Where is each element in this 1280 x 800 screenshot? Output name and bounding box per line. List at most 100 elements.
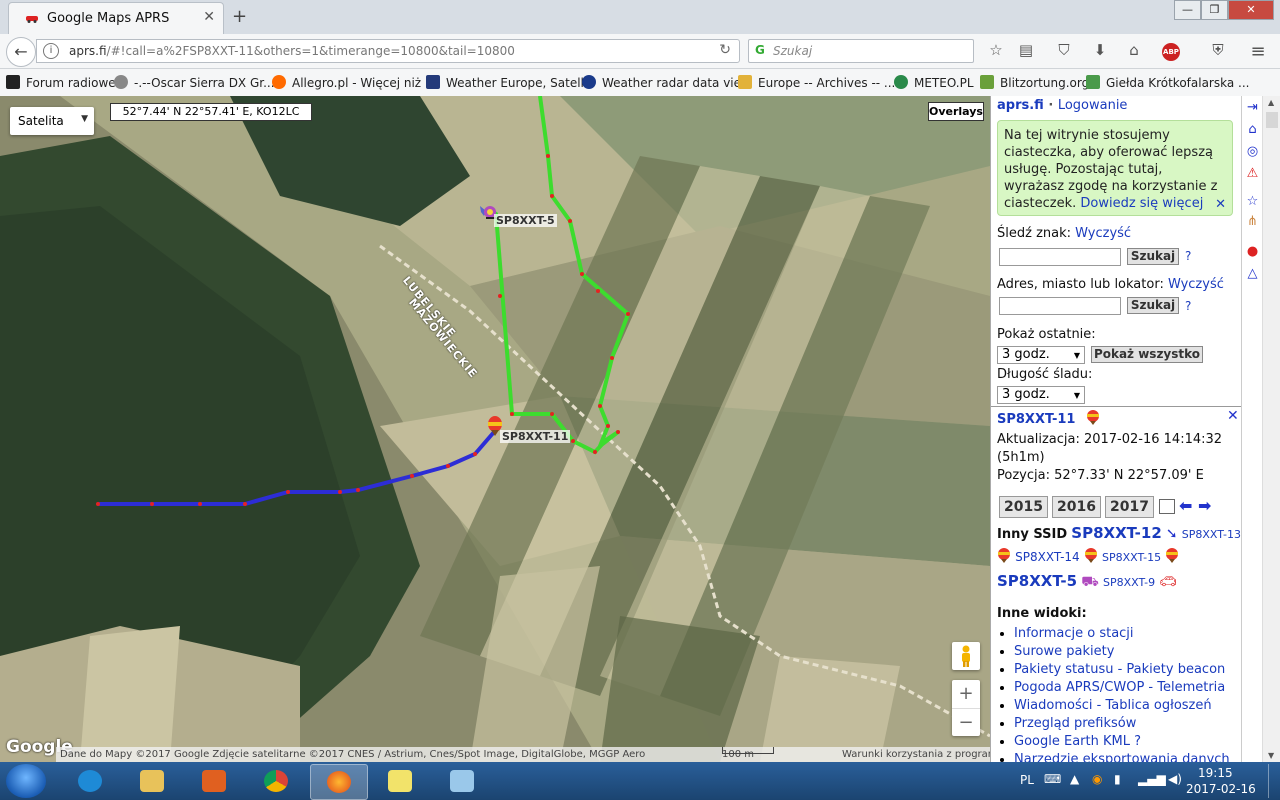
zoom-in-button[interactable]: +	[952, 680, 980, 708]
close-icon[interactable]: ✕	[1215, 196, 1226, 213]
internet-explorer-icon[interactable]	[62, 764, 118, 798]
bookmark-item[interactable]: Forum radiowe	[6, 75, 116, 90]
close-tab-icon[interactable]: ✕	[203, 9, 215, 25]
address-input[interactable]	[999, 297, 1121, 315]
collapse-panel-icon[interactable]: ⇥	[1245, 100, 1260, 115]
ssid-link[interactable]: SP8XXT-13	[1182, 528, 1241, 541]
antenna-icon[interactable]: ⚠	[1245, 166, 1260, 181]
chrome-icon[interactable]	[248, 764, 304, 798]
zoom-out-button[interactable]: −	[952, 708, 980, 737]
terms-link[interactable]: Warunki korzystania z programu	[842, 747, 1004, 762]
restore-window-button[interactable]: ❐	[1201, 0, 1228, 20]
ssid-link[interactable]: SP8XXT-9	[1103, 576, 1155, 589]
keyboard-icon[interactable]: ⌨	[1044, 772, 1061, 786]
map-view[interactable]: SP8XXT-5 SP8XXT-11 LUBELSKIE MAZOWIECKIE	[0, 96, 990, 762]
view-link[interactable]: Pakiety statusu - Pakiety beacon	[1014, 662, 1225, 677]
year-button[interactable]: 2015	[999, 496, 1048, 518]
site-link[interactable]: aprs.fi	[997, 98, 1044, 113]
start-button[interactable]	[6, 764, 46, 798]
view-link[interactable]: Informacje o stacji	[1014, 626, 1134, 641]
arrow-right-icon[interactable]: ➡	[1198, 496, 1211, 515]
browser-tab[interactable]: Google Maps APRS ✕	[8, 2, 224, 35]
adblock-icon[interactable]: ABP	[1162, 43, 1180, 61]
shield-icon[interactable]: ⛨	[1206, 41, 1230, 59]
login-link[interactable]: Logowanie	[1058, 98, 1128, 113]
ssid-link[interactable]: SP8XXT-12	[1071, 524, 1162, 542]
pocket-icon[interactable]: ⛉	[1052, 41, 1076, 59]
bookmark-item[interactable]: Weather Europe, Satell...	[426, 75, 595, 90]
compass-icon[interactable]: ◎	[1245, 144, 1260, 159]
scroll-up-icon[interactable]: ▲	[1268, 98, 1274, 107]
sticky-notes-icon[interactable]	[372, 764, 428, 798]
station-callsign-link[interactable]: SP8XXT-11	[997, 412, 1075, 427]
view-link[interactable]: Surowe pakiety	[1014, 644, 1114, 659]
clock-date[interactable]: 2017-02-16	[1186, 782, 1256, 796]
search-address-button[interactable]: Szukaj	[1127, 297, 1179, 314]
ssid-link[interactable]: SP8XXT-14	[1015, 550, 1080, 564]
calendar-icon[interactable]	[1159, 499, 1175, 514]
minimize-window-button[interactable]: —	[1174, 0, 1201, 20]
close-station-icon[interactable]: ✕	[1227, 408, 1239, 424]
help-icon[interactable]: ?	[1185, 299, 1191, 313]
reading-list-icon[interactable]: ▤	[1014, 41, 1038, 59]
reload-icon[interactable]: ↻	[719, 42, 731, 58]
downloads-icon[interactable]: ⬇	[1088, 41, 1112, 59]
app-tray-icon[interactable]: ◉	[1092, 772, 1102, 786]
cookie-learn-more-link[interactable]: Dowiedz się więcej	[1080, 196, 1203, 211]
bookmark-item[interactable]: Giełda Krótkofalarska ...	[1086, 75, 1249, 90]
view-link[interactable]: Wiadomości - Tablica ogłoszeń	[1014, 698, 1212, 713]
year-button[interactable]: 2017	[1105, 496, 1154, 518]
view-link[interactable]: Pogoda APRS/CWOP - Telemetria	[1014, 680, 1225, 695]
year-button[interactable]: 2016	[1052, 496, 1101, 518]
view-link[interactable]: Narzędzie eksportowania danych	[1014, 752, 1230, 762]
bookmark-item[interactable]: Weather radar data vie...	[582, 75, 752, 90]
signal-icon[interactable]: ▂▄▆	[1138, 772, 1166, 786]
bookmark-item[interactable]: Europe -- Archives -- ...	[738, 75, 895, 90]
callsign-input[interactable]	[999, 248, 1121, 266]
clear-track-link[interactable]: Wyczyść	[1075, 226, 1131, 241]
tower-icon[interactable]: ⋔	[1245, 214, 1260, 229]
street-view-pegman-icon[interactable]	[952, 642, 980, 670]
search-input[interactable]: G Szukaj	[748, 39, 974, 63]
media-player-icon[interactable]	[186, 764, 242, 798]
volume-icon[interactable]: ◀)	[1168, 772, 1182, 786]
bookmark-item[interactable]: Allegro.pl - Więcej niż ...	[272, 75, 436, 90]
star-icon[interactable]: ☆	[1245, 194, 1260, 209]
station-label[interactable]: SP8XXT-5	[494, 214, 557, 227]
triangle-icon[interactable]: △	[1245, 266, 1260, 281]
clock-time[interactable]: 19:15	[1198, 766, 1233, 780]
url-bar[interactable]: i aprs.fi/#!call=a%2FSP8XXT-11&others=1&…	[36, 39, 740, 63]
search-callsign-button[interactable]: Szukaj	[1127, 248, 1179, 265]
help-icon[interactable]: ?	[1185, 249, 1191, 263]
close-window-button[interactable]: ✕	[1228, 0, 1274, 20]
scrollbar[interactable]: ▲ ▼	[1262, 96, 1280, 762]
overlays-button[interactable]: Overlays	[928, 102, 984, 121]
home-icon[interactable]: ⌂	[1122, 41, 1146, 59]
site-info-icon[interactable]: i	[43, 43, 59, 59]
show-all-button[interactable]: Pokaż wszystko	[1091, 346, 1203, 363]
bookmark-item[interactable]: -.--Oscar Sierra DX Gr...	[114, 75, 275, 90]
map-type-select[interactable]: Satelita ▼	[10, 107, 94, 135]
file-explorer-icon[interactable]	[124, 764, 180, 798]
home-icon[interactable]: ⌂	[1245, 122, 1260, 137]
new-tab-button[interactable]: +	[232, 6, 247, 27]
station-label[interactable]: SP8XXT-11	[500, 430, 571, 443]
view-link[interactable]: Przegląd prefiksów	[1014, 716, 1136, 731]
network-icon[interactable]: ▮	[1114, 772, 1121, 786]
ssid-link[interactable]: SP8XXT-15	[1102, 551, 1161, 564]
menu-icon[interactable]: ≡	[1246, 41, 1270, 62]
tail-length-select[interactable]: 3 godz. ▼	[997, 386, 1085, 404]
view-link[interactable]: Google Earth KML ?	[1014, 734, 1141, 749]
show-hidden-icon[interactable]: ▲	[1070, 772, 1079, 786]
bookmark-star-icon[interactable]: ☆	[984, 41, 1008, 59]
ssid-link[interactable]: SP8XXT-5	[997, 572, 1077, 590]
language-indicator[interactable]: PL	[1020, 773, 1034, 787]
bookmark-item[interactable]: Blitzortung.org	[980, 75, 1089, 90]
show-last-select[interactable]: 3 godz. ▼	[997, 346, 1085, 364]
clear-address-link[interactable]: Wyczyść	[1168, 277, 1224, 292]
scroll-down-icon[interactable]: ▼	[1268, 751, 1274, 760]
back-button[interactable]: ←	[6, 37, 36, 67]
arrow-left-icon[interactable]: ⬅	[1179, 496, 1192, 515]
bookmark-item[interactable]: METEO.PL	[894, 75, 974, 90]
paint-icon[interactable]	[434, 764, 490, 798]
